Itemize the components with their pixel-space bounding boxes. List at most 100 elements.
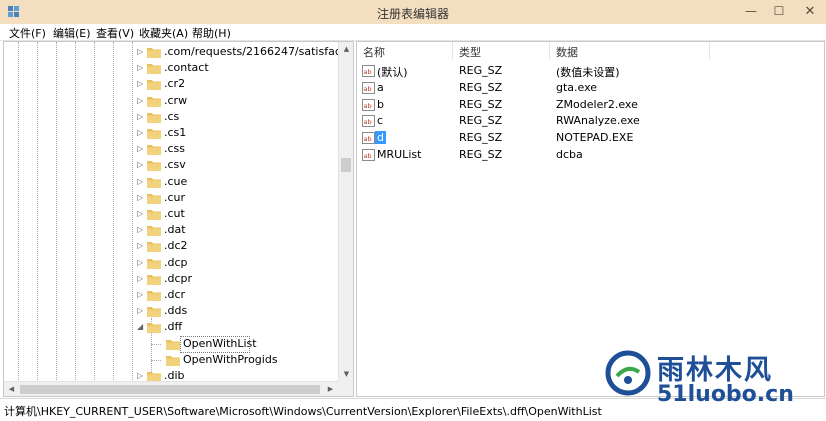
value-name: a bbox=[377, 80, 384, 94]
tree-item[interactable]: ▷ .contact bbox=[4, 60, 344, 76]
expanded-arrow-icon[interactable]: ◢ bbox=[137, 322, 145, 332]
value-data: NOTEPAD.EXE bbox=[556, 131, 634, 145]
folder-icon bbox=[147, 193, 161, 204]
collapsed-arrow-icon[interactable]: ▷ bbox=[137, 63, 145, 73]
tree-item[interactable]: ▷ .dc2 bbox=[4, 238, 344, 254]
tree-item[interactable]: ▷ .css bbox=[4, 141, 344, 157]
tree-item[interactable]: ▷ .cur bbox=[4, 190, 344, 206]
string-value-icon: ab bbox=[362, 98, 375, 111]
collapsed-arrow-icon[interactable]: ▷ bbox=[137, 193, 145, 203]
folder-icon bbox=[147, 161, 161, 172]
tree-item-label: .csv bbox=[164, 158, 186, 172]
maximize-button[interactable]: ☐ bbox=[766, 0, 792, 22]
collapsed-arrow-icon[interactable]: ▷ bbox=[137, 258, 145, 268]
tree-item[interactable]: ▷ .dcr bbox=[4, 287, 344, 303]
column-header-data[interactable]: 数据 bbox=[556, 44, 578, 60]
registry-key-tree[interactable]: ▷ .com/requests/2166247/satisfaction/r ▷ .c… bbox=[3, 41, 354, 397]
tree-item[interactable]: ▷ .cut bbox=[4, 206, 344, 222]
tree-item[interactable]: ◢ .dff bbox=[4, 319, 344, 335]
collapsed-arrow-icon[interactable]: ▷ bbox=[137, 96, 145, 106]
svg-text:ab: ab bbox=[364, 68, 372, 76]
value-data: (数值未设置) bbox=[556, 66, 620, 79]
folder-icon bbox=[147, 307, 161, 318]
folder-icon bbox=[147, 177, 161, 188]
collapsed-arrow-icon[interactable]: ▷ bbox=[137, 160, 145, 170]
registry-values-list[interactable]: 名称 类型 数据 ab (默认) REG_SZ (数值未设置) ab a REG_SZ gta… bbox=[356, 41, 825, 397]
collapsed-arrow-icon[interactable]: ▷ bbox=[137, 79, 145, 89]
menu-help[interactable]: 帮助(H) bbox=[192, 25, 231, 41]
tree-item[interactable]: OpenWithList bbox=[4, 335, 344, 353]
folder-icon bbox=[166, 355, 180, 366]
folder-icon bbox=[166, 339, 180, 350]
value-row[interactable]: ab a REG_SZ gta.exe bbox=[357, 80, 817, 96]
tree-vertical-scrollbar[interactable]: ▲ ▼ bbox=[338, 42, 353, 381]
scroll-up-arrow-icon[interactable]: ▲ bbox=[339, 42, 353, 56]
tree-item[interactable]: ▷ .dat bbox=[4, 222, 344, 238]
scroll-left-arrow-icon[interactable]: ◀ bbox=[4, 382, 19, 396]
tree-item-label: .cr2 bbox=[164, 77, 186, 91]
column-header-name[interactable]: 名称 bbox=[363, 44, 385, 60]
value-type: REG_SZ bbox=[459, 148, 503, 161]
collapsed-arrow-icon[interactable]: ▷ bbox=[137, 241, 145, 251]
folder-icon bbox=[147, 226, 161, 237]
collapsed-arrow-icon[interactable]: ▷ bbox=[137, 306, 145, 316]
folder-icon bbox=[147, 323, 161, 334]
tree-item[interactable]: ▷ .crw bbox=[4, 93, 344, 109]
tree-item[interactable]: ▷ .com/requests/2166247/satisfaction/r bbox=[4, 44, 353, 60]
collapsed-arrow-icon[interactable]: ▷ bbox=[137, 225, 145, 235]
value-name: c bbox=[377, 114, 384, 128]
value-type: REG_SZ bbox=[459, 114, 503, 128]
close-button[interactable]: ✕ bbox=[794, 0, 826, 22]
folder-icon bbox=[147, 48, 161, 58]
menu-view[interactable]: 查看(V) bbox=[96, 25, 134, 41]
tree-item[interactable]: ▷ .cs bbox=[4, 109, 344, 125]
value-type: REG_SZ bbox=[459, 80, 503, 94]
value-name: MRUList bbox=[377, 148, 422, 161]
tree-item-label: .cs bbox=[164, 109, 180, 123]
menu-file[interactable]: 文件(F) bbox=[9, 25, 46, 41]
value-row[interactable]: ab b REG_SZ ZModeler2.exe bbox=[357, 97, 817, 113]
tree-hscroll-thumb[interactable] bbox=[20, 385, 320, 394]
value-row[interactable]: ab (默认) REG_SZ (数值未设置) bbox=[357, 63, 817, 79]
collapsed-arrow-icon[interactable]: ▷ bbox=[137, 371, 145, 381]
menu-favorites[interactable]: 收藏夹(A) bbox=[139, 25, 188, 41]
minimize-button[interactable]: — bbox=[738, 0, 764, 22]
tree-horizontal-scrollbar[interactable]: ◀ ▶ bbox=[4, 381, 338, 396]
collapsed-arrow-icon[interactable]: ▷ bbox=[137, 128, 145, 138]
value-row[interactable]: ab c REG_SZ RWAnalyze.exe bbox=[357, 113, 817, 129]
tree-item[interactable]: ▷ .cue bbox=[4, 174, 344, 190]
folder-icon bbox=[147, 274, 161, 285]
collapsed-arrow-icon[interactable]: ▷ bbox=[137, 209, 145, 219]
site-watermark: 雨林木风 51luobo.cn bbox=[605, 348, 820, 408]
scroll-down-arrow-icon[interactable]: ▼ bbox=[339, 367, 353, 381]
tree-item[interactable]: ▷ .dds bbox=[4, 303, 344, 319]
value-row[interactable]: ab d REG_SZ NOTEPAD.EXE bbox=[357, 130, 817, 146]
tree-item[interactable]: OpenWithProgids bbox=[4, 352, 344, 368]
menu-edit[interactable]: 编辑(E) bbox=[53, 25, 91, 41]
collapsed-arrow-icon[interactable]: ▷ bbox=[137, 112, 145, 122]
tree-vscroll-thumb[interactable] bbox=[341, 158, 351, 172]
folder-icon bbox=[147, 258, 161, 269]
tree-item[interactable]: ▷ .csv bbox=[4, 157, 344, 173]
folder-icon bbox=[147, 96, 161, 107]
tree-item-label: .dds bbox=[164, 304, 188, 318]
svg-text:ab: ab bbox=[364, 118, 372, 126]
tree-item[interactable]: ▷ .dcp bbox=[4, 255, 344, 271]
tree-item[interactable]: ▷ .dcpr bbox=[4, 271, 344, 287]
collapsed-arrow-icon[interactable]: ▷ bbox=[137, 47, 145, 57]
collapsed-arrow-icon[interactable]: ▷ bbox=[137, 274, 145, 284]
tree-item[interactable]: ▷ .cr2 bbox=[4, 76, 344, 92]
scroll-right-arrow-icon[interactable]: ▶ bbox=[323, 382, 338, 396]
collapsed-arrow-icon[interactable]: ▷ bbox=[137, 144, 145, 154]
column-header-type[interactable]: 类型 bbox=[459, 44, 481, 60]
tree-item-label: .cue bbox=[164, 174, 188, 188]
value-data: dcba bbox=[556, 148, 583, 161]
string-value-icon: ab bbox=[362, 81, 375, 94]
value-row[interactable]: ab MRUList REG_SZ dcba bbox=[357, 147, 817, 163]
value-type: REG_SZ bbox=[459, 131, 503, 145]
collapsed-arrow-icon[interactable]: ▷ bbox=[137, 290, 145, 300]
tree-item[interactable]: ▷ .cs1 bbox=[4, 125, 344, 141]
string-value-icon: ab bbox=[362, 149, 375, 161]
menu-bar: 文件(F) 编辑(E) 查看(V) 收藏夹(A) 帮助(H) bbox=[0, 24, 826, 41]
collapsed-arrow-icon[interactable]: ▷ bbox=[137, 177, 145, 187]
